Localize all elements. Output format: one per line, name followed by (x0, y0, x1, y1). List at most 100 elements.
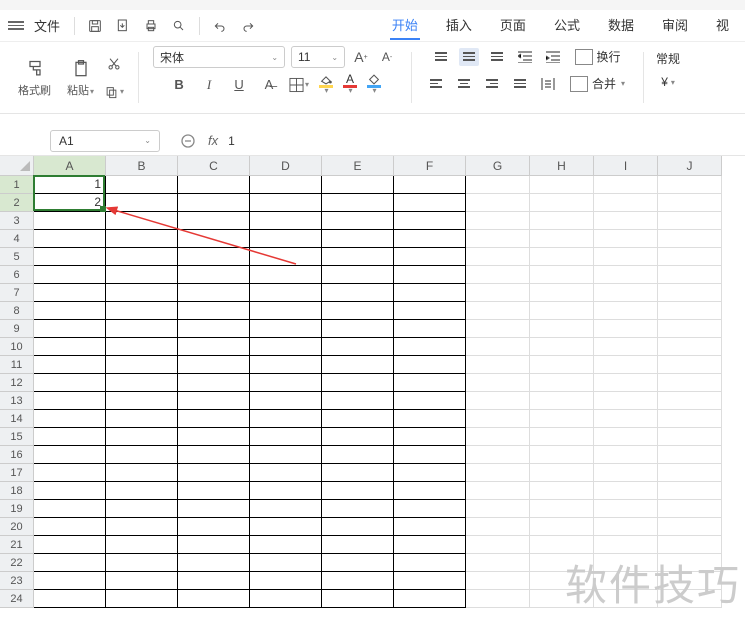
cell[interactable] (322, 428, 394, 446)
cell[interactable] (466, 590, 530, 608)
font-color-button[interactable]: A ▾ (343, 74, 357, 95)
cell[interactable] (106, 356, 178, 374)
decrease-font-icon[interactable]: A- (377, 47, 397, 67)
cell[interactable] (394, 500, 466, 518)
cell[interactable] (250, 428, 322, 446)
cell[interactable] (594, 176, 658, 194)
cell[interactable] (106, 518, 178, 536)
row-header[interactable]: 14 (0, 410, 34, 428)
cell[interactable] (530, 536, 594, 554)
cell[interactable] (466, 464, 530, 482)
cell[interactable] (178, 338, 250, 356)
cell[interactable] (466, 302, 530, 320)
cell[interactable] (594, 410, 658, 428)
cell[interactable] (106, 410, 178, 428)
cell[interactable] (466, 500, 530, 518)
row-header[interactable]: 4 (0, 230, 34, 248)
cell[interactable] (322, 248, 394, 266)
cell[interactable] (34, 320, 106, 338)
cell[interactable] (594, 392, 658, 410)
cell[interactable] (394, 320, 466, 338)
cell[interactable] (466, 356, 530, 374)
align-right-icon[interactable] (482, 75, 502, 93)
cell[interactable] (658, 554, 722, 572)
cell[interactable] (250, 518, 322, 536)
cell[interactable] (658, 194, 722, 212)
cell[interactable] (178, 194, 250, 212)
cell[interactable] (106, 554, 178, 572)
cell[interactable] (106, 194, 178, 212)
cut-icon[interactable] (104, 54, 124, 74)
cell[interactable] (658, 590, 722, 608)
align-middle-icon[interactable] (459, 48, 479, 66)
tab-视[interactable]: 视 (714, 11, 731, 40)
tab-数据[interactable]: 数据 (606, 11, 636, 40)
row-header[interactable]: 1 (0, 176, 34, 194)
cell[interactable] (394, 482, 466, 500)
cell[interactable] (466, 410, 530, 428)
cell[interactable] (594, 374, 658, 392)
fx-icon[interactable]: fx (208, 133, 218, 148)
row-header[interactable]: 17 (0, 464, 34, 482)
cell[interactable] (34, 392, 106, 410)
cell[interactable] (178, 536, 250, 554)
cell[interactable] (178, 284, 250, 302)
cell[interactable] (530, 230, 594, 248)
menu-icon[interactable] (8, 21, 24, 30)
cell[interactable] (594, 212, 658, 230)
cell[interactable] (530, 410, 594, 428)
cell[interactable] (106, 428, 178, 446)
cell[interactable] (466, 230, 530, 248)
paste-button[interactable]: 粘贴▾ (61, 56, 100, 100)
theme-color-button[interactable]: ▾ (367, 74, 381, 95)
cell[interactable] (394, 194, 466, 212)
cell[interactable] (250, 590, 322, 608)
cell[interactable] (394, 356, 466, 374)
row-header[interactable]: 12 (0, 374, 34, 392)
cell[interactable] (658, 536, 722, 554)
cell[interactable] (594, 464, 658, 482)
italic-button[interactable]: I (199, 75, 219, 95)
cell[interactable] (594, 194, 658, 212)
cell[interactable] (658, 320, 722, 338)
name-box[interactable]: A1 ⌄ (50, 130, 160, 152)
cell[interactable] (594, 428, 658, 446)
cell[interactable] (594, 590, 658, 608)
cell[interactable] (322, 554, 394, 572)
cell[interactable] (530, 392, 594, 410)
cell[interactable] (178, 554, 250, 572)
row-header[interactable]: 7 (0, 284, 34, 302)
cell[interactable] (322, 410, 394, 428)
cell[interactable] (178, 428, 250, 446)
cell[interactable] (322, 500, 394, 518)
cell[interactable] (658, 302, 722, 320)
cell[interactable] (250, 302, 322, 320)
cell[interactable] (322, 374, 394, 392)
row-header[interactable]: 3 (0, 212, 34, 230)
save-icon[interactable] (83, 14, 107, 38)
cell[interactable] (178, 320, 250, 338)
cell[interactable] (658, 230, 722, 248)
cell[interactable] (34, 464, 106, 482)
export-icon[interactable] (111, 14, 135, 38)
cell[interactable] (34, 428, 106, 446)
cell[interactable] (394, 284, 466, 302)
font-name-select[interactable]: 宋体 ⌄ (153, 46, 285, 68)
cell[interactable] (466, 572, 530, 590)
cell[interactable] (178, 464, 250, 482)
cell[interactable] (530, 356, 594, 374)
column-header[interactable]: H (530, 156, 594, 176)
cell[interactable] (658, 572, 722, 590)
cell[interactable] (594, 482, 658, 500)
row-header[interactable]: 21 (0, 536, 34, 554)
cell[interactable] (466, 266, 530, 284)
cell[interactable] (34, 284, 106, 302)
merge-button[interactable]: 合并▾ (566, 73, 629, 94)
tab-页面[interactable]: 页面 (498, 11, 528, 40)
cell[interactable] (394, 302, 466, 320)
cell[interactable] (658, 374, 722, 392)
redo-icon[interactable] (236, 14, 260, 38)
cell[interactable] (466, 194, 530, 212)
cell[interactable] (34, 518, 106, 536)
cell[interactable] (658, 338, 722, 356)
